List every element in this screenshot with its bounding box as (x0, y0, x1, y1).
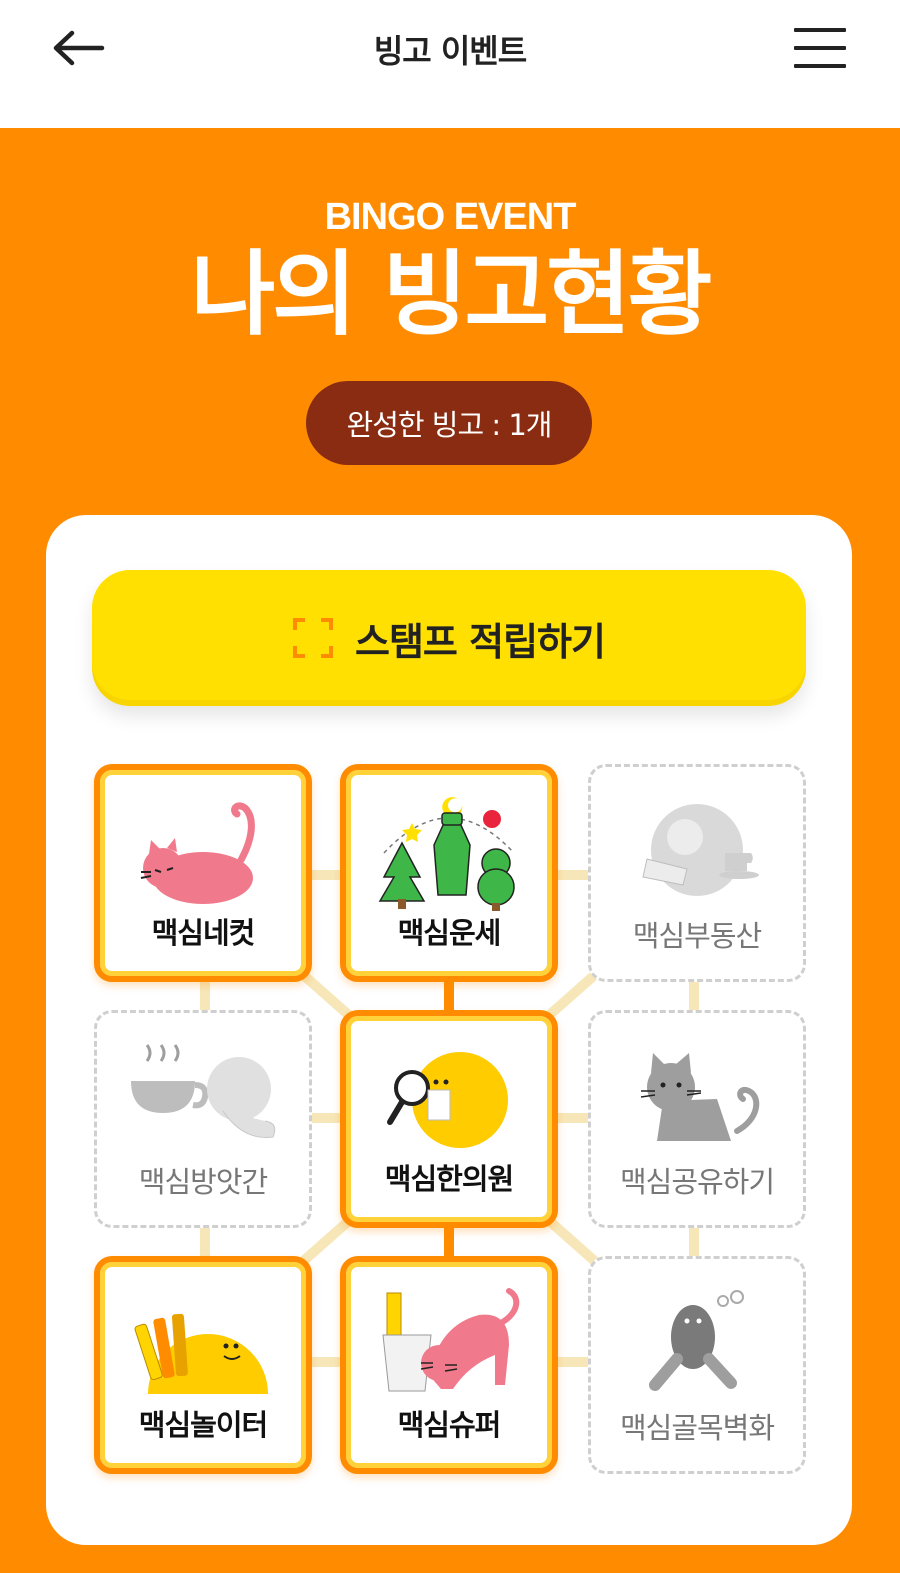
menu-line (794, 64, 846, 68)
bingo-tile-share[interactable]: 맥심공유하기 (588, 1010, 806, 1228)
bingo-tile-netcut[interactable]: 맥심네컷 (94, 764, 312, 982)
thinking-character-icon (591, 1277, 803, 1407)
fortune-trees-icon (346, 788, 552, 918)
coffee-sticks-character-icon (100, 1280, 306, 1410)
tile-label: 맥심슈퍼 (397, 1408, 502, 1442)
bingo-tile-mill[interactable]: 맥심방앗간 (94, 1010, 312, 1228)
top-bar: 빙고 이벤트 (0, 0, 900, 128)
tile-label: 맥심운세 (397, 916, 502, 950)
hero-title: 나의 빙고현황 (190, 241, 713, 348)
scan-frame-icon (293, 618, 334, 658)
event-kicker: BINGO EVENT (324, 196, 577, 238)
tile-label: 맥심한의원 (384, 1162, 514, 1196)
tile-label: 맥심골목벽화 (619, 1411, 775, 1445)
bingo-tile-mural[interactable]: 맥심골목벽화 (588, 1256, 806, 1474)
menu-line (794, 46, 846, 50)
bingo-tile-realestate[interactable]: 맥심부동산 (588, 764, 806, 982)
completed-bingo-badge: 완성한 빙고 : 1개 (306, 381, 592, 465)
stretching-cat-icon (346, 1280, 552, 1410)
tile-label: 맥심놀이터 (138, 1408, 268, 1442)
tile-label: 맥심공유하기 (619, 1165, 775, 1199)
hamburger-menu-button[interactable] (790, 22, 850, 74)
menu-line (794, 28, 846, 32)
character-with-cup-icon (591, 785, 803, 915)
tile-label: 맥심부동산 (632, 919, 762, 953)
page-title: 빙고 이벤트 (373, 32, 527, 70)
teacup-character-icon (97, 1031, 309, 1161)
bingo-tile-fortune[interactable]: 맥심운세 (340, 764, 558, 982)
bingo-tile-super[interactable]: 맥심슈퍼 (340, 1256, 558, 1474)
bingo-tile-playground[interactable]: 맥심놀이터 (94, 1256, 312, 1474)
bingo-tile-clinic[interactable]: 맥심한의원 (340, 1010, 558, 1228)
stamp-collect-button[interactable]: 스탬프 적립하기 (92, 570, 806, 706)
grey-cat-icon (591, 1031, 803, 1161)
pink-cat-icon (100, 788, 306, 918)
tile-label: 맥심네컷 (151, 916, 256, 950)
magnifier-character-icon (346, 1034, 552, 1164)
stamp-collect-label: 스탬프 적립하기 (355, 619, 606, 664)
tile-label: 맥심방앗간 (138, 1165, 268, 1199)
